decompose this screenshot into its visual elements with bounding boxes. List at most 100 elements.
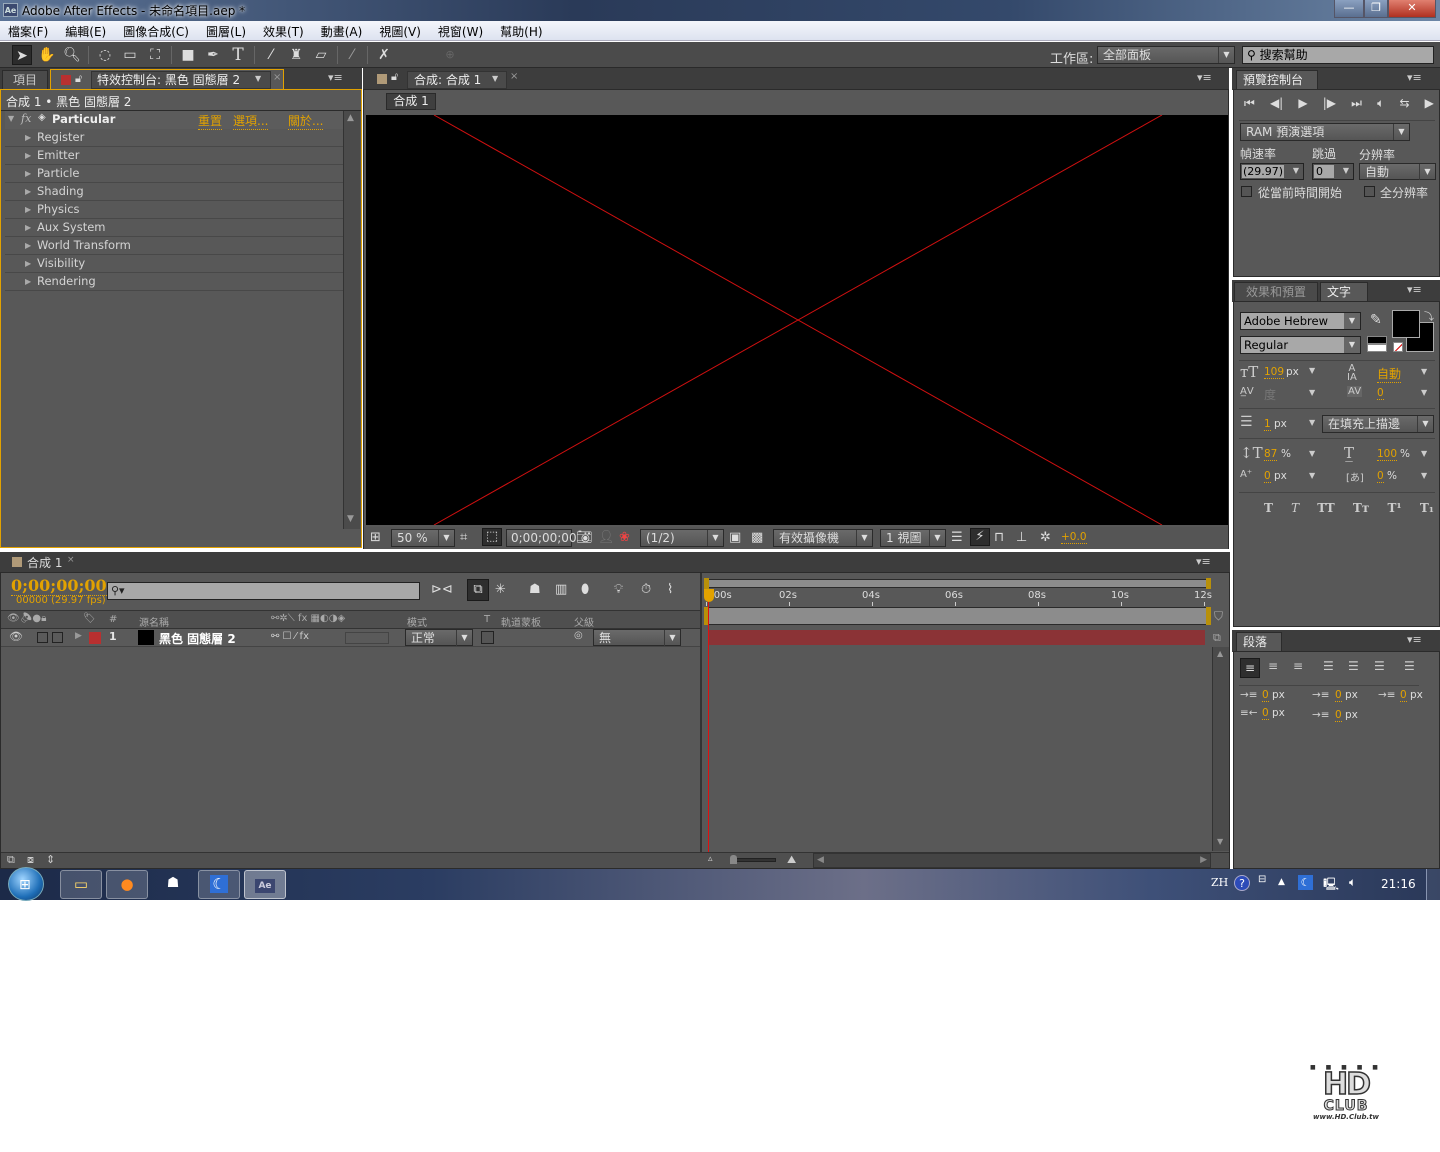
justify-last-left-icon[interactable]: ☰ <box>1323 659 1334 673</box>
start-button[interactable]: ⊞ <box>8 867 44 901</box>
chevron-down-icon[interactable]: ▼ <box>1421 388 1427 397</box>
tab-effects-presets[interactable]: 效果和預置 <box>1234 282 1318 301</box>
help-icon[interactable]: ? <box>1234 875 1250 891</box>
first-frame-icon[interactable]: ⏮ <box>1244 96 1255 111</box>
last-frame-icon[interactable]: ⏭ <box>1351 96 1362 111</box>
vertical-scale-value[interactable]: 87 <box>1264 448 1278 461</box>
close-button[interactable]: ✕ <box>1388 0 1436 18</box>
indent-first-line-value[interactable]: 0 <box>1335 689 1342 702</box>
font-style-dropdown[interactable]: Regular ▼ <box>1240 336 1361 354</box>
work-area-navigator[interactable] <box>704 579 1211 588</box>
flowchart-icon[interactable]: ⊥ <box>1016 530 1027 545</box>
zoom-slider-thumb[interactable] <box>730 855 737 864</box>
lock-switch[interactable] <box>52 632 63 643</box>
faux-italic-button[interactable]: T <box>1291 501 1299 515</box>
set-white-swatch[interactable] <box>1367 344 1387 352</box>
effect-group-row[interactable]: ▶ Shading <box>5 183 343 201</box>
tab-paragraph[interactable]: 段落 × <box>1236 632 1282 667</box>
expand-triangle-icon[interactable]: ▶ <box>25 165 31 182</box>
tab-project[interactable]: 項目 <box>2 70 48 89</box>
resolution-dropdown[interactable]: (1/2) ▼ <box>640 529 724 547</box>
effect-group-row[interactable]: ▶ Visibility <box>5 255 343 273</box>
expand-triangle-icon[interactable]: ▶ <box>25 237 31 254</box>
layer-switches-extra[interactable] <box>345 632 389 644</box>
play-icon[interactable]: ▶ <box>1298 96 1307 111</box>
from-current-time-checkbox[interactable] <box>1241 186 1252 197</box>
timeline-horizontal-scrollbar[interactable]: ◀ ▶ <box>813 853 1211 868</box>
panel-menu-icon[interactable]: ▾≡ <box>1407 633 1422 646</box>
justify-all-icon[interactable]: ☰ <box>1404 659 1415 673</box>
auto-keyframe-icon[interactable]: ⏱ <box>641 582 651 597</box>
camera-tool-icon[interactable]: ▭ <box>120 45 140 65</box>
close-tab-icon[interactable]: × <box>273 72 281 83</box>
indent-right-value[interactable]: 0 <box>1400 689 1407 702</box>
clock[interactable]: 21:16 <box>1381 877 1416 891</box>
blend-mode-dropdown[interactable]: 正常 ▼ <box>405 629 473 646</box>
pan-behind-tool-icon[interactable]: ⛶ <box>145 45 165 65</box>
active-camera-dropdown[interactable]: 有效攝像機 ▼ <box>773 529 873 547</box>
small-caps-button[interactable]: Tт <box>1353 501 1369 515</box>
parent-dropdown[interactable]: 無 ▼ <box>593 629 681 646</box>
tracking-value[interactable]: 0 <box>1377 387 1384 400</box>
effect-group-row[interactable]: ▶ Rendering <box>5 273 343 291</box>
minimize-button[interactable]: — <box>1334 0 1364 18</box>
scroll-left-icon[interactable]: ◀ <box>817 855 824 865</box>
loop-icon[interactable]: ⇆ <box>1399 96 1409 111</box>
fill-color-swatch[interactable] <box>1392 310 1420 338</box>
align-left-icon[interactable]: ≡ <box>1240 658 1260 678</box>
panel-menu-icon[interactable]: ▾≡ <box>1407 71 1422 84</box>
exposure-value[interactable]: +0.0 <box>1061 531 1087 544</box>
leading-value[interactable]: 自動 <box>1377 365 1402 383</box>
justify-last-center-icon[interactable]: ☰ <box>1348 659 1359 673</box>
chevron-down-icon[interactable]: ▼ <box>1309 388 1315 397</box>
menu-effect[interactable]: 效果(T) <box>263 21 304 40</box>
hide-shy-layers-icon[interactable]: ☗ <box>529 582 541 597</box>
taskbar-explorer-icon[interactable]: ▭ <box>60 870 102 899</box>
tab-character[interactable]: 文字 × <box>1320 282 1368 317</box>
chevron-down-icon[interactable]: ▼ <box>1309 366 1315 375</box>
expand-triangle-icon[interactable]: ▶ <box>25 147 31 164</box>
menu-view[interactable]: 視圖(V) <box>379 21 421 40</box>
motion-blur-icon[interactable]: ⬮ <box>581 582 589 597</box>
roto-brush-tool-icon[interactable]: ⁄ <box>342 45 362 65</box>
menu-help[interactable]: 幫助(H) <box>500 21 542 40</box>
lock-icon[interactable]: 🔓︎ <box>75 72 82 86</box>
layer-search-input[interactable]: ⚲▾ <box>107 582 420 600</box>
always-preview-icon[interactable]: ⊞ <box>370 530 381 545</box>
lock-icon[interactable]: 🔓︎ <box>391 70 398 84</box>
brush-tool-icon[interactable]: ⁄ <box>261 45 281 65</box>
expand-triangle-icon[interactable]: ▶ <box>25 201 31 218</box>
layer-switches-toggle-icon[interactable]: ⧉ <box>7 853 15 867</box>
comp-navigator-button[interactable]: 合成 1 <box>386 93 436 110</box>
chevron-down-icon[interactable]: ▼ <box>492 74 498 83</box>
set-black-swatch[interactable] <box>1367 336 1387 344</box>
eraser-tool-icon[interactable]: ▱ <box>311 45 331 65</box>
eyedropper-icon[interactable]: ✎ <box>1370 312 1382 328</box>
column-source-name[interactable]: 源名稱 <box>139 614 169 629</box>
show-hidden-icons[interactable]: ▲ <box>1278 877 1285 887</box>
network-icon[interactable]: 🖳︎ <box>1323 875 1339 896</box>
draft-3d-icon[interactable]: ✳ <box>495 582 506 597</box>
taskbar-app-icon[interactable]: ☗ <box>152 870 194 899</box>
space-before-value[interactable]: 0 <box>1262 707 1269 720</box>
frame-rate-dropdown[interactable]: (29.97) ▼ <box>1240 163 1304 180</box>
search-help-input[interactable]: ⚲ 搜索幫助 <box>1242 46 1434 64</box>
time-ruler[interactable]: 0:00s 02s 04s 06s 08s 10s 12s <box>704 589 1212 607</box>
expand-triangle-icon[interactable]: ▶ <box>25 183 31 200</box>
stroke-width-value[interactable]: 1 <box>1264 418 1271 431</box>
effect-group-row[interactable]: ▶ Register <box>5 129 343 147</box>
full-resolution-checkbox[interactable] <box>1364 186 1375 197</box>
kerning-value[interactable]: 度 <box>1264 386 1276 403</box>
baseline-shift-value[interactable]: 0 <box>1264 470 1271 483</box>
resolution-dropdown[interactable]: 自動 ▼ <box>1359 163 1436 180</box>
current-time-field[interactable]: 0;00;00;00 <box>506 529 577 547</box>
stroke-mode-dropdown[interactable]: 在填充上描邊 ▼ <box>1322 415 1434 433</box>
workspace-dropdown[interactable]: 全部面板 ▼ <box>1097 46 1235 64</box>
navigator-end-handle[interactable] <box>1206 578 1211 589</box>
effect-group-row[interactable]: ▶ World Transform <box>5 237 343 255</box>
puppet-pin-tool-icon[interactable]: ✗ <box>374 45 394 65</box>
font-family-dropdown[interactable]: Adobe Hebrew ▼ <box>1240 312 1361 330</box>
ime-icon[interactable]: ⊟ <box>1258 874 1266 885</box>
layer-duration-bar[interactable] <box>708 630 1205 645</box>
space-after-value[interactable]: 0 <box>1335 709 1342 722</box>
